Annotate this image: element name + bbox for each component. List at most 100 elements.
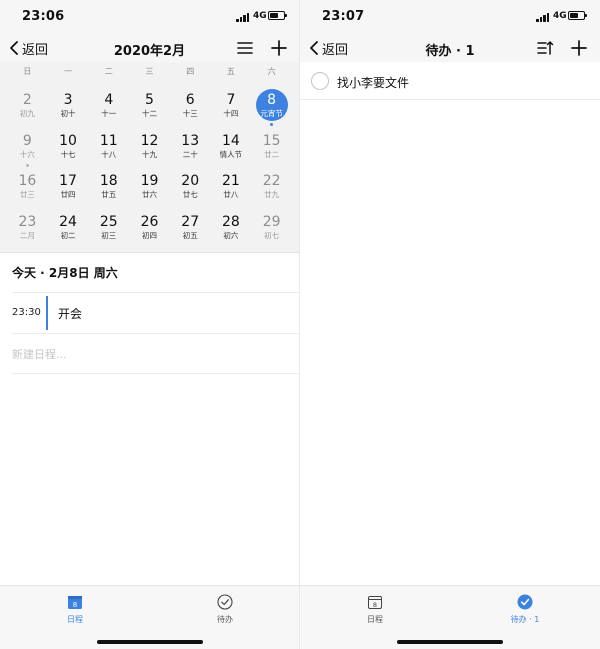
day-cell[interactable]: 16 廿三: [7, 171, 48, 212]
day-cell[interactable]: 20 廿七: [170, 171, 211, 212]
day-number: 21: [222, 173, 240, 189]
lunar-date: 十三: [182, 109, 198, 118]
weekday-label: 五: [226, 67, 235, 76]
day-cell[interactable]: 14 情人节: [211, 131, 252, 172]
day-number: 19: [140, 173, 159, 189]
today-heading: 今天 · 2月8日 周六: [12, 266, 118, 280]
check-circle-icon: [517, 594, 533, 610]
day-cell[interactable]: 25 初三: [88, 212, 129, 253]
lunar-date: 初九: [19, 109, 35, 118]
day-cell[interactable]: 6 十三: [170, 90, 211, 131]
event-dot: [270, 123, 274, 126]
lunar-date: 十二: [141, 109, 157, 118]
day-number: 22: [262, 173, 281, 189]
todo-item[interactable]: 找小李要文件: [300, 62, 600, 100]
day-cell[interactable]: 13 二十: [170, 131, 211, 172]
day-cell[interactable]: 24 初二: [48, 212, 89, 253]
day-cell[interactable]: 26 初四: [129, 212, 170, 253]
lunar-date: 廿六: [141, 190, 157, 199]
day-cell[interactable]: 10 十七: [48, 131, 89, 172]
day-cell[interactable]: 29 初七: [251, 212, 292, 253]
day-cell[interactable]: 21 廿八: [211, 171, 252, 212]
todo-screen: 23:07 4G 返回 待办 · 1 找小李要文件 8 日程 待办 · 1: [300, 0, 600, 649]
day-cell[interactable]: 4 十一: [88, 90, 129, 131]
day-cell[interactable]: 9 十六: [7, 131, 48, 172]
day-cell[interactable]: 15 廿二: [251, 131, 292, 172]
lunar-date: 十八: [101, 149, 117, 159]
nav-bar: 返回 2020年2月: [0, 34, 299, 62]
lunar-date: 情人节: [219, 149, 243, 159]
lunar-date: 初五: [182, 230, 198, 240]
day-cell[interactable]: 5 十二: [129, 90, 170, 131]
lunar-date: 廿五: [101, 190, 117, 199]
battery-icon: [268, 11, 287, 20]
list-icon[interactable]: [236, 39, 254, 57]
weekday-label: 一: [64, 67, 73, 76]
plus-icon[interactable]: [270, 39, 288, 57]
day-number: 13: [181, 132, 200, 149]
divider: [12, 373, 299, 374]
svg-text:8: 8: [73, 601, 77, 609]
lunar-date: 十一: [101, 109, 117, 118]
day-number: 12: [140, 132, 159, 149]
day-cell[interactable]: 18 廿五: [88, 171, 129, 212]
day-number: 5: [145, 92, 154, 108]
event-color-bar: [46, 296, 48, 330]
tab-label: 日程: [367, 615, 383, 624]
lunar-date: 廿九: [264, 190, 280, 199]
day-number: 11: [99, 132, 118, 149]
divider: [12, 292, 299, 293]
home-indicator[interactable]: [97, 640, 203, 644]
day-cell[interactable]: 7 十四: [211, 90, 252, 131]
month-calendar: 日一二三四五六 2 初九 3 初十 4 十一 5 十二 6 十三 7 十四 8 元宵节 9 十六 10 十七 11 十…: [0, 62, 299, 253]
day-cell[interactable]: 22 廿九: [251, 171, 292, 212]
day-cell-selected[interactable]: 8 元宵节: [251, 89, 292, 131]
day-cell[interactable]: 11 十八: [88, 131, 129, 172]
lunar-date: 初十: [60, 109, 76, 118]
tab-label: 日程: [67, 615, 83, 624]
lunar-date: 十四: [223, 109, 239, 118]
lunar-date: 初三: [101, 230, 117, 240]
day-cell[interactable]: 3 初十: [48, 90, 89, 131]
event-item[interactable]: 23:30 开会: [12, 294, 299, 332]
plus-icon[interactable]: [570, 39, 588, 57]
day-cell[interactable]: 2 初九: [7, 90, 48, 131]
day-number: 7: [226, 92, 236, 108]
tab-schedule[interactable]: 8 日程: [45, 594, 105, 628]
tab-bar: 8 日程 待办: [0, 585, 299, 649]
day-cell[interactable]: 23 二月: [7, 212, 48, 253]
weekday-label: 三: [145, 67, 154, 76]
event-dot: [25, 163, 29, 167]
lunar-date: 十七: [60, 149, 76, 159]
day-number: 28: [222, 213, 240, 230]
event-time: 23:30: [12, 307, 41, 318]
day-cell[interactable]: 27 初五: [170, 212, 211, 253]
lunar-date: 二十: [182, 149, 198, 159]
tab-todo[interactable]: 待办 · 1: [495, 594, 555, 628]
calendar-screen: 23:06 4G 返回 2020年2月 日一二三四五六 2 初九 3 初十 4 十一 5 十二…: [0, 0, 300, 649]
tab-bar: 8 日程 待办 · 1: [300, 585, 600, 649]
day-number: 17: [59, 173, 77, 189]
day-cell[interactable]: 28 初六: [211, 212, 252, 253]
home-indicator[interactable]: [397, 640, 503, 644]
signal-icon: [236, 13, 250, 22]
nav-bar: 返回 待办 · 1: [300, 34, 600, 62]
todo-checkbox[interactable]: [311, 72, 329, 90]
event-title: 开会: [58, 307, 83, 321]
page-title: 2020年2月: [113, 44, 186, 59]
calendar-icon: 8: [368, 596, 382, 609]
day-number: 8: [267, 92, 277, 108]
weekday-label: 六: [267, 67, 276, 76]
day-number: 6: [185, 92, 195, 108]
day-cell[interactable]: 19 廿六: [129, 171, 170, 212]
day-number: 18: [99, 173, 118, 189]
page-title: 待办 · 1: [425, 44, 475, 59]
tab-todo[interactable]: 待办: [195, 594, 255, 628]
check-circle-icon: [217, 594, 233, 610]
new-event-input[interactable]: 新建日程...: [12, 346, 67, 362]
day-cell[interactable]: 12 十九: [129, 131, 170, 172]
sort-icon[interactable]: [536, 39, 554, 57]
tab-schedule[interactable]: 8 日程: [345, 594, 405, 628]
day-number: 29: [262, 213, 281, 230]
day-cell[interactable]: 17 廿四: [48, 171, 89, 212]
